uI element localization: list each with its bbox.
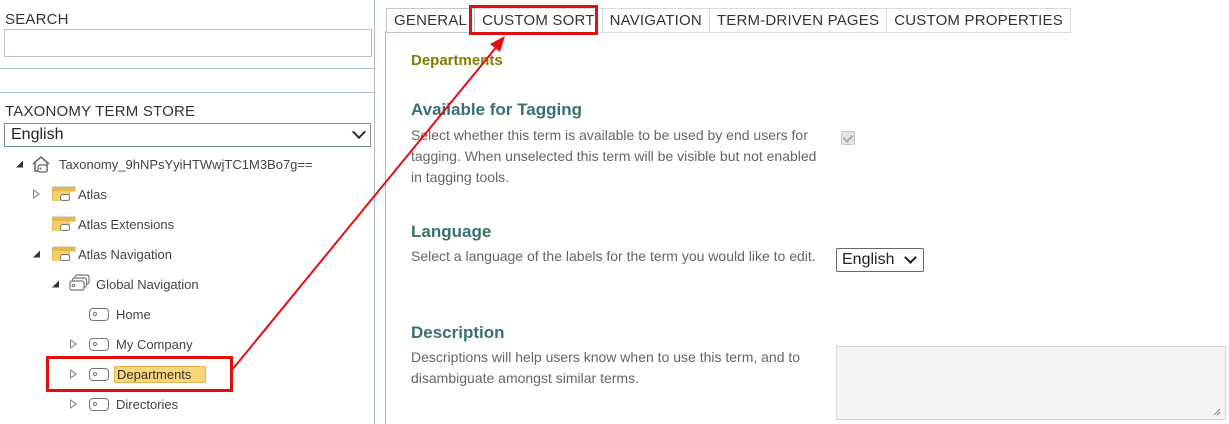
annotation-arrow xyxy=(231,36,505,371)
